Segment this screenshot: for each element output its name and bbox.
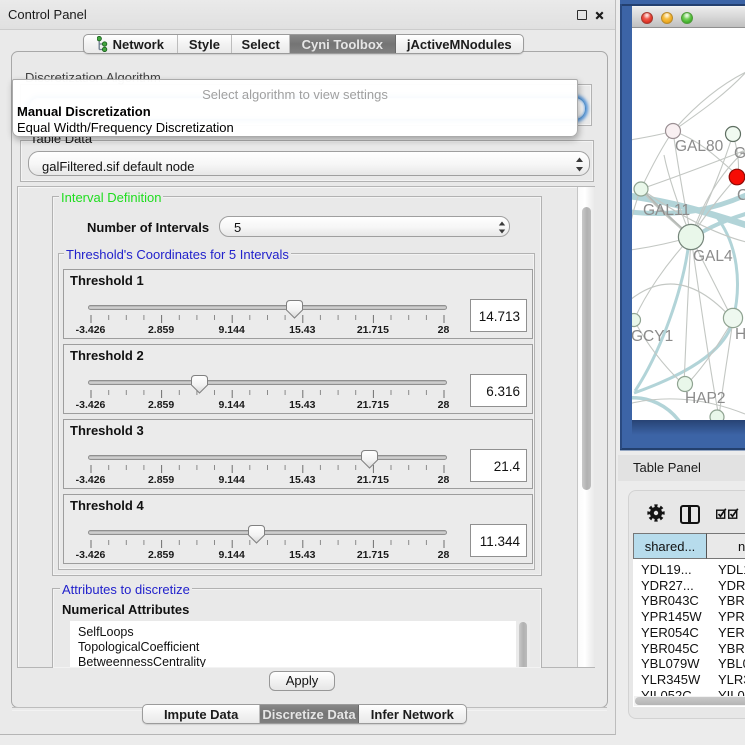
- svg-text:GCY1: GCY1: [632, 328, 673, 345]
- svg-text:GAL80: GAL80: [675, 138, 724, 155]
- svg-text:G.: G.: [734, 145, 745, 162]
- svg-text:GAL11: GAL11: [643, 202, 690, 219]
- svg-text:H: H: [735, 326, 745, 343]
- svg-text:HAP2: HAP2: [685, 390, 726, 407]
- svg-text:GAL4: GAL4: [693, 248, 733, 265]
- svg-text:C: C: [737, 187, 745, 204]
